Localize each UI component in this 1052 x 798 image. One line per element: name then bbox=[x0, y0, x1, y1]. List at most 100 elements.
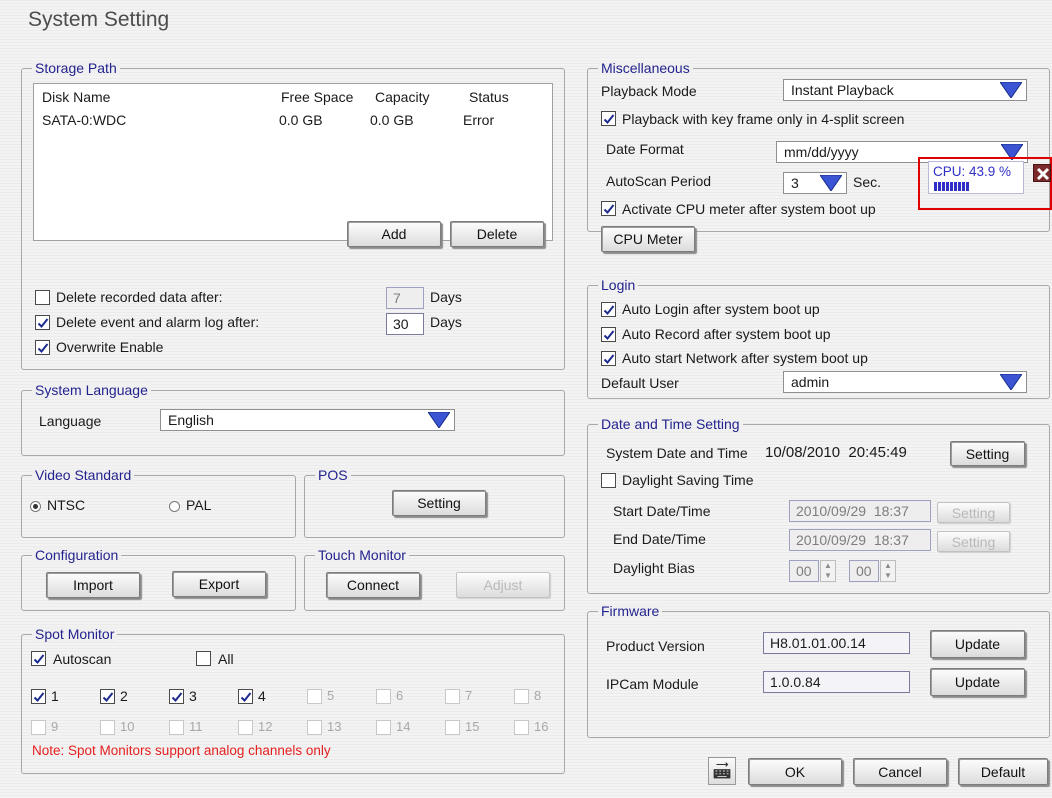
date-format-label: Date Format bbox=[606, 141, 684, 157]
checkmark-icon bbox=[603, 329, 614, 340]
cpu-bar-segment bbox=[974, 182, 977, 191]
delete-event-checkbox[interactable] bbox=[35, 315, 50, 330]
pos-legend: POS bbox=[315, 467, 351, 483]
ntsc-label: NTSC bbox=[47, 497, 86, 513]
storage-path-group: Storage Path Disk Name Free Space Capaci… bbox=[21, 60, 565, 370]
playback-mode-select[interactable]: Instant Playback bbox=[783, 79, 1027, 101]
ipcam-module-label: IPCam Module bbox=[606, 676, 699, 692]
delete-recorded-days-input[interactable]: 7 bbox=[386, 287, 424, 309]
checkmark-icon bbox=[603, 304, 614, 315]
start-date-time-setting-button[interactable]: Setting bbox=[937, 502, 1010, 523]
ipcam-module-field: 1.0.0.84 bbox=[763, 671, 910, 693]
autoscan-period-select[interactable]: 3 bbox=[783, 172, 847, 194]
cpu-bar-segment bbox=[970, 182, 973, 191]
spot-channel-6-checkbox[interactable] bbox=[376, 689, 391, 704]
daylight-bias-minutes-field[interactable]: 00 bbox=[849, 560, 879, 582]
auto-login-checkbox[interactable] bbox=[601, 302, 616, 317]
export-button[interactable]: Export bbox=[172, 571, 266, 597]
ntsc-radio[interactable] bbox=[30, 501, 41, 512]
delete-recorded-checkbox[interactable] bbox=[35, 290, 50, 305]
spot-autoscan-checkbox[interactable] bbox=[31, 651, 46, 666]
spot-channel-4-checkbox[interactable] bbox=[238, 689, 253, 704]
pos-setting-button[interactable]: Setting bbox=[392, 490, 486, 516]
touch-adjust-button[interactable]: Adjust bbox=[456, 572, 550, 598]
default-button[interactable]: Default bbox=[958, 758, 1048, 785]
spot-channel-10-label: 10 bbox=[120, 719, 135, 734]
spot-channel-11-checkbox[interactable] bbox=[169, 720, 184, 735]
daylight-saving-checkbox[interactable] bbox=[601, 473, 616, 488]
activate-cpu-meter-checkbox[interactable] bbox=[601, 201, 616, 216]
spot-channel-1-checkbox[interactable] bbox=[31, 689, 46, 704]
column-header-status[interactable]: Status bbox=[469, 89, 509, 105]
spot-channel-15-checkbox[interactable] bbox=[445, 720, 460, 735]
disk-list[interactable]: Disk Name Free Space Capacity Status SAT… bbox=[33, 83, 553, 241]
configuration-legend: Configuration bbox=[32, 547, 122, 563]
spot-channel-14-label: 14 bbox=[396, 719, 411, 734]
spot-channel-11-label: 11 bbox=[189, 719, 203, 734]
spot-channel-10-checkbox[interactable] bbox=[100, 720, 115, 735]
spot-channel-7-label: 7 bbox=[465, 688, 473, 703]
cpu-bar-segment bbox=[938, 182, 941, 191]
column-header-capacity[interactable]: Capacity bbox=[375, 89, 429, 105]
auto-network-checkbox[interactable] bbox=[601, 351, 616, 366]
spot-channel-8-checkbox[interactable] bbox=[514, 689, 529, 704]
start-date-time-label: Start Date/Time bbox=[613, 503, 711, 519]
cpu-bar-segment bbox=[990, 182, 993, 191]
product-update-button[interactable]: Update bbox=[930, 630, 1025, 658]
pal-radio[interactable] bbox=[169, 501, 180, 512]
end-date-time-setting-button[interactable]: Setting bbox=[937, 531, 1010, 552]
spot-channel-2-checkbox[interactable] bbox=[100, 689, 115, 704]
language-select[interactable]: English bbox=[160, 409, 455, 431]
spot-channel-8-label: 8 bbox=[534, 688, 542, 703]
spot-channel-13-checkbox[interactable] bbox=[307, 720, 322, 735]
daylight-bias-minutes-spinner[interactable]: ▲ ▼ bbox=[880, 560, 896, 582]
ipcam-update-button[interactable]: Update bbox=[930, 668, 1025, 696]
disk-name-cell: SATA-0:WDC bbox=[42, 112, 127, 128]
pos-group: POS Setting bbox=[304, 467, 565, 538]
spot-all-label: All bbox=[218, 651, 234, 667]
spot-channel-12-checkbox[interactable] bbox=[238, 720, 253, 735]
spot-channel-9-checkbox[interactable] bbox=[31, 720, 46, 735]
spot-channel-16-checkbox[interactable] bbox=[514, 720, 529, 735]
spot-channel-4-label: 4 bbox=[258, 688, 266, 704]
spot-all-checkbox[interactable] bbox=[196, 651, 211, 666]
autoscan-period-label: AutoScan Period bbox=[606, 173, 712, 189]
spot-channel-14-checkbox[interactable] bbox=[376, 720, 391, 735]
video-standard-group: Video Standard NTSC PAL bbox=[21, 467, 296, 538]
auto-record-checkbox[interactable] bbox=[601, 327, 616, 342]
spot-channel-3-checkbox[interactable] bbox=[169, 689, 184, 704]
start-date-time-field[interactable]: 2010/09/29 18:37 bbox=[789, 500, 931, 522]
daylight-bias-hours-spinner[interactable]: ▲ ▼ bbox=[820, 560, 836, 582]
cpu-bar-segment bbox=[1006, 182, 1009, 191]
overwrite-enable-checkbox[interactable] bbox=[35, 340, 50, 355]
keyboard-icon[interactable] bbox=[708, 757, 736, 785]
date-time-legend: Date and Time Setting bbox=[598, 416, 743, 432]
language-value: English bbox=[168, 412, 214, 428]
firmware-legend: Firmware bbox=[598, 603, 663, 619]
spot-channel-7-checkbox[interactable] bbox=[445, 689, 460, 704]
close-icon[interactable] bbox=[1033, 164, 1051, 182]
add-disk-button[interactable]: Add bbox=[347, 221, 441, 247]
playback-mode-label: Playback Mode bbox=[601, 83, 697, 99]
ok-button[interactable]: OK bbox=[748, 758, 842, 785]
spot-channel-5-checkbox[interactable] bbox=[307, 689, 322, 704]
column-header-disk-name[interactable]: Disk Name bbox=[42, 89, 110, 105]
delete-disk-button[interactable]: Delete bbox=[450, 221, 544, 247]
spot-channel-6-label: 6 bbox=[396, 688, 404, 703]
system-date-time-setting-button[interactable]: Setting bbox=[950, 441, 1025, 466]
delete-event-days-input[interactable]: 30 bbox=[386, 313, 424, 335]
cpu-bar-segment bbox=[1010, 182, 1013, 191]
cpu-meter-button[interactable]: CPU Meter bbox=[601, 226, 695, 252]
spot-channel-3-label: 3 bbox=[189, 688, 197, 704]
daylight-bias-hours-field[interactable]: 00 bbox=[789, 560, 819, 582]
touch-connect-button[interactable]: Connect bbox=[326, 572, 420, 598]
checkmark-icon bbox=[33, 691, 44, 702]
daylight-saving-label: Daylight Saving Time bbox=[622, 472, 754, 488]
keyframe-label: Playback with key frame only in 4-split … bbox=[622, 111, 905, 127]
column-header-free-space[interactable]: Free Space bbox=[281, 89, 353, 105]
default-user-select[interactable]: admin bbox=[783, 371, 1027, 393]
keyframe-checkbox[interactable] bbox=[601, 111, 616, 126]
cancel-button[interactable]: Cancel bbox=[853, 758, 947, 785]
end-date-time-field[interactable]: 2010/09/29 18:37 bbox=[789, 529, 931, 551]
import-button[interactable]: Import bbox=[46, 572, 140, 598]
